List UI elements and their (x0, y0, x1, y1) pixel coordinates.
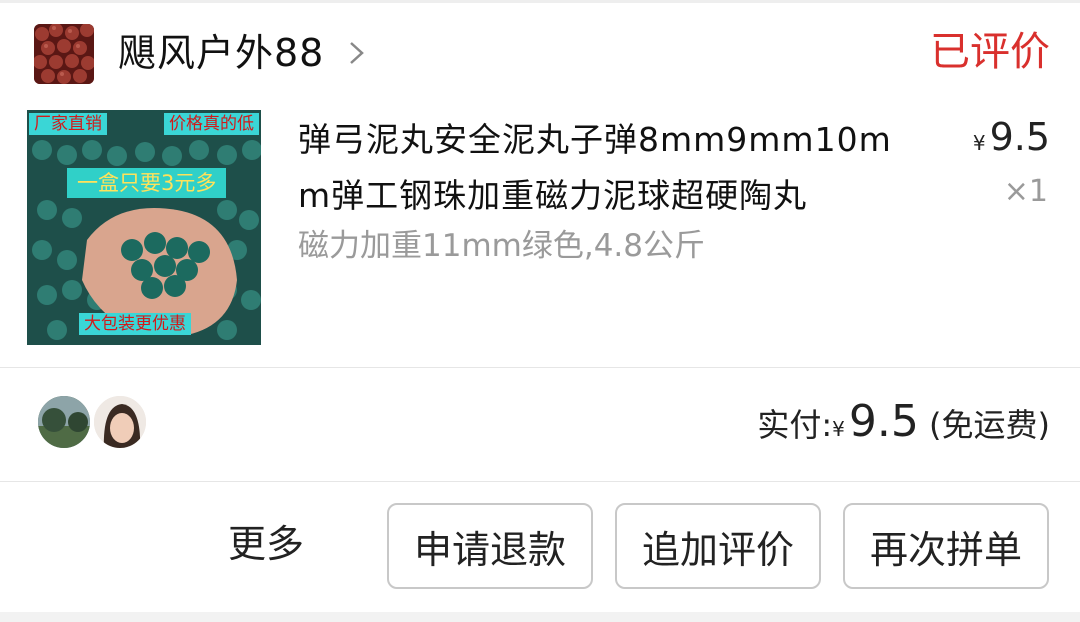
shipping-note: (免运费) (929, 406, 1050, 444)
order-status: 已评价 (930, 29, 1050, 75)
bottom-separator (0, 612, 1080, 622)
image-tag-bulk: 大包装更优惠 (79, 313, 191, 335)
landscape-avatar-image (38, 396, 90, 448)
image-tag-factory: 厂家直销 (29, 113, 107, 135)
buyer-avatar[interactable] (92, 394, 148, 450)
divider (0, 481, 1080, 482)
portrait-avatar-image (94, 396, 146, 448)
refund-button[interactable]: 申请退款 (387, 503, 593, 589)
product-variant: 磁力加重11mm绿色,4.8公斤 (298, 228, 705, 264)
product-quantity: ×1 (1003, 174, 1048, 209)
product-photo (27, 110, 261, 345)
order-card: 飓风户外88 已评价 厂家直销 价格真的低 一盒只要3元多 大包装更优惠 弹弓泥… (0, 0, 1080, 622)
currency-symbol: ¥ (832, 417, 845, 441)
image-tag-box: 一盒只要3元多 (67, 168, 227, 198)
more-button[interactable]: 更多 (228, 516, 304, 572)
price-value: 9.5 (989, 115, 1050, 159)
product-image[interactable]: 厂家直销 价格真的低 一盒只要3元多 大包装更优惠 (27, 110, 261, 345)
product-title[interactable]: 弹弓泥丸安全泥丸子弹8mm9mm10mm弹工钢珠加重磁力泥球超硬陶丸 (298, 112, 918, 224)
buyer-avatar[interactable] (36, 394, 92, 450)
divider (0, 367, 1080, 368)
chevron-right-icon[interactable] (345, 38, 369, 68)
top-divider (0, 0, 1080, 3)
product-price: ¥9.5 (973, 114, 1050, 166)
add-review-button[interactable]: 追加评价 (615, 503, 821, 589)
paid-value: 9.5 (848, 396, 919, 447)
paid-amount: 实付:¥9.5 (免运费) (757, 394, 1050, 457)
image-tag-price: 价格真的低 (164, 113, 259, 135)
shop-name[interactable]: 飓风户外88 (118, 30, 324, 76)
reorder-button[interactable]: 再次拼单 (843, 503, 1049, 589)
currency-symbol: ¥ (972, 131, 986, 155)
shop-avatar[interactable] (34, 24, 94, 84)
paid-label: 实付: (757, 406, 833, 444)
shop-avatar-image (34, 24, 94, 84)
